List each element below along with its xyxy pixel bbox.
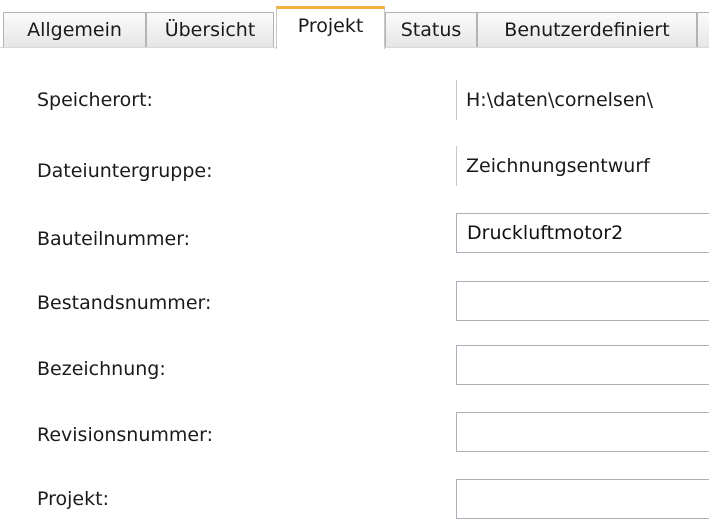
- tab-status[interactable]: Status: [385, 12, 477, 47]
- tab-projekt[interactable]: Projekt: [276, 6, 385, 49]
- dateiuntergruppe-label: Dateiuntergruppe:: [37, 160, 213, 182]
- bestandsnummer-input[interactable]: [456, 281, 709, 321]
- tab-overflow-edge: [697, 12, 709, 47]
- bauteilnummer-label: Bauteilnummer:: [37, 228, 191, 250]
- speicherort-label: Speicherort:: [37, 89, 153, 111]
- dateiuntergruppe-value: Zeichnungsentwurf: [456, 146, 709, 186]
- tab-bar: Allgemein Übersicht Projekt Status Benut…: [0, 0, 709, 49]
- projekt-input[interactable]: [456, 479, 709, 519]
- revisionsnummer-label: Revisionsnummer:: [37, 424, 213, 446]
- revisionsnummer-input[interactable]: [456, 412, 709, 452]
- speicherort-value: H:\daten\cornelsen\: [456, 80, 709, 120]
- bauteilnummer-input[interactable]: [456, 213, 709, 253]
- bezeichnung-label: Bezeichnung:: [37, 358, 166, 380]
- tab-uebersicht[interactable]: Übersicht: [146, 12, 274, 47]
- tab-allgemein[interactable]: Allgemein: [3, 12, 146, 47]
- projekt-label: Projekt:: [37, 488, 109, 510]
- bestandsnummer-label: Bestandsnummer:: [37, 292, 212, 314]
- tab-benutzerdefiniert[interactable]: Benutzerdefiniert: [477, 12, 697, 47]
- bezeichnung-input[interactable]: [456, 345, 709, 385]
